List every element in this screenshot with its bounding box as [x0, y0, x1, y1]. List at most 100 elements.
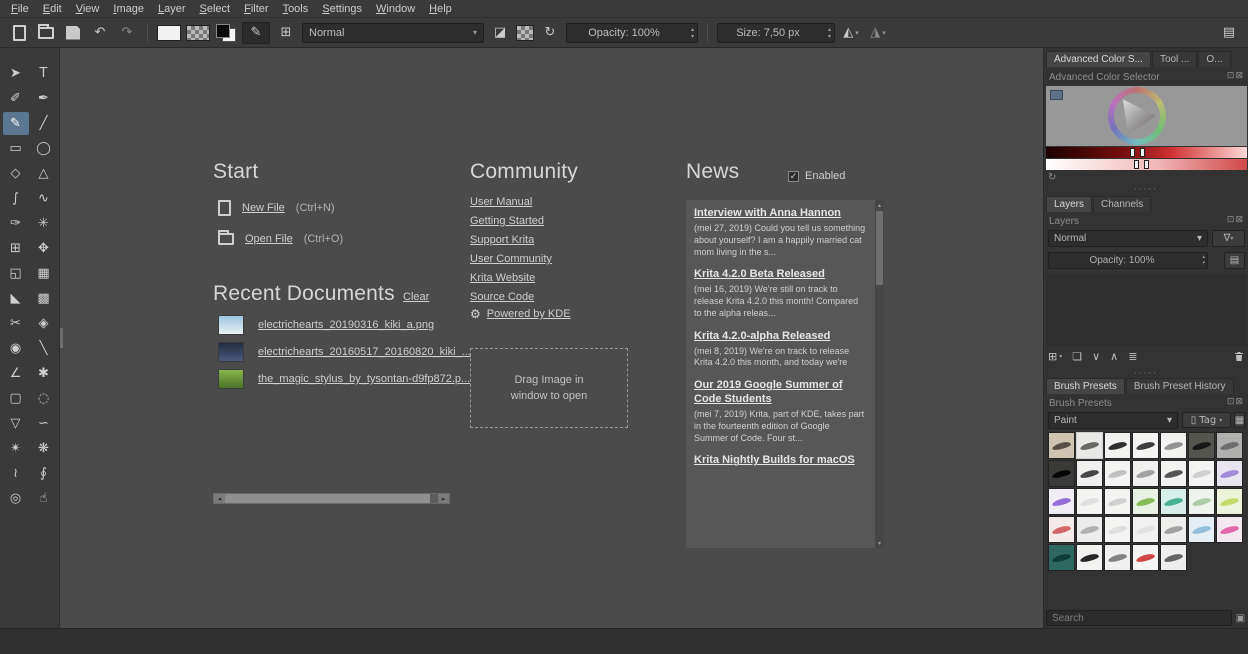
docker-tab-o[interactable]: O... [1198, 51, 1230, 67]
clear-recent-link[interactable]: Clear [403, 291, 429, 303]
opacity-slider[interactable]: Opacity: 100% ▴▾ [566, 23, 698, 43]
link-support-krita[interactable]: Support Krita [470, 231, 552, 250]
brush-preset-tile[interactable] [1048, 432, 1075, 459]
recent-document-row[interactable]: the_magic_stylus_by_tysontan-d9fp872.p..… [218, 369, 471, 389]
docker-header-icons[interactable]: ⊡⊠ [1227, 215, 1244, 225]
bezier-curve-tool[interactable]: ∫ [3, 187, 29, 210]
welcome-vertical-scrollbar[interactable] [60, 328, 63, 348]
news-item[interactable]: Krita Nightly Builds for macOS [694, 454, 866, 468]
fill-tool[interactable]: ◈ [31, 312, 57, 335]
tab-layers[interactable]: Layers [1046, 196, 1092, 212]
brush-preset-tile[interactable] [1048, 488, 1075, 515]
menu-image[interactable]: Image [106, 0, 151, 18]
display-mode-button[interactable]: ▦ [1234, 412, 1245, 428]
layer-filter-button[interactable]: ∇▾ [1212, 230, 1245, 247]
recent-document-row[interactable]: electrichearts_20160517_20160820_kiki_..… [218, 342, 471, 362]
brush-preset-tile[interactable] [1160, 516, 1187, 543]
brush-preset-tile[interactable] [1188, 432, 1215, 459]
brush-preset-tile[interactable] [1132, 544, 1159, 571]
menu-layer[interactable]: Layer [151, 0, 193, 18]
brush-preset-tile[interactable] [1048, 460, 1075, 487]
freehand-path-tool[interactable]: ∿ [31, 187, 57, 210]
brush-preset-tile[interactable] [1048, 516, 1075, 543]
scroll-down-icon[interactable]: ▾ [875, 538, 884, 548]
powered-by-kde-link[interactable]: Powered by KDE [487, 308, 571, 320]
import-resource-button[interactable]: ▣ [1234, 611, 1247, 625]
new-file-link[interactable]: New File [242, 202, 285, 214]
saturation-value-triangle[interactable] [1118, 96, 1158, 136]
welcome-horizontal-scrollbar[interactable]: ◂ ▸ [213, 493, 450, 504]
pattern-chooser[interactable] [186, 25, 210, 41]
spinner-arrows[interactable]: ▴▾ [1202, 254, 1205, 266]
eraser-mode-button[interactable]: ◪ [489, 22, 511, 44]
color-sampler-tool[interactable]: ◣ [3, 287, 29, 310]
docker-tab-tool[interactable]: Tool ... [1152, 51, 1197, 67]
brush-preset-tile[interactable] [1104, 432, 1131, 459]
pan-tool[interactable]: ☝ [31, 487, 57, 510]
news-headline[interactable]: Krita 4.2.0-alpha Released [694, 330, 866, 344]
tab-channels[interactable]: Channels [1093, 196, 1151, 212]
news-scrollbar[interactable]: ▴ ▾ [875, 200, 884, 548]
layer-properties-button[interactable]: ≣ [1128, 348, 1137, 364]
scroll-up-icon[interactable]: ▴ [875, 200, 884, 210]
recent-document-row[interactable]: electrichearts_20190316_kiki_a.png [218, 315, 471, 335]
text-tool[interactable]: T [31, 62, 57, 85]
brush-preset-tile[interactable] [1216, 432, 1243, 459]
strip-handle[interactable] [1144, 160, 1149, 169]
menu-select[interactable]: Select [193, 0, 238, 18]
open-file-link[interactable]: Open File [245, 233, 293, 245]
link-getting-started[interactable]: Getting Started [470, 212, 552, 231]
layer-blending-mode-select[interactable]: Normal ▾ [1048, 230, 1208, 247]
preserve-alpha-button[interactable] [516, 25, 534, 41]
news-headline[interactable]: Krita Nightly Builds for macOS [694, 454, 866, 468]
freehand-brush-tool[interactable]: ✎ [3, 112, 29, 135]
brush-search-input[interactable] [1046, 610, 1232, 626]
new-file-row[interactable]: New File (Ctrl+N) [218, 200, 335, 216]
docker-drag-handle[interactable]: ····· [1044, 186, 1248, 194]
edit-shapes-tool[interactable]: ✐ [3, 87, 29, 110]
polygonal-selection-tool[interactable]: ▽ [3, 412, 29, 435]
menu-file[interactable]: File [4, 0, 36, 18]
docker-drag-handle[interactable]: ····· [1044, 370, 1248, 378]
ellipse-tool[interactable]: ◯ [31, 137, 57, 160]
brush-preset-tile[interactable] [1076, 516, 1103, 543]
news-item[interactable]: Our 2019 Google Summer of Code Students(… [694, 379, 866, 444]
link-krita-website[interactable]: Krita Website [470, 269, 552, 288]
layer-opacity-slider[interactable]: Opacity: 100% ▴▾ [1048, 252, 1208, 269]
zoom-tool[interactable]: ◎ [3, 487, 29, 510]
move-layer-down-button[interactable]: ∨ [1092, 348, 1100, 364]
transform-tool[interactable]: ⊞ [3, 237, 29, 260]
brush-preset-tile[interactable] [1160, 432, 1187, 459]
foreground-background-colors[interactable] [215, 23, 237, 43]
gradient-chooser[interactable] [157, 25, 181, 41]
polyline-tool[interactable]: △ [31, 162, 57, 185]
strip-handle[interactable] [1140, 148, 1145, 157]
link-user-manual[interactable]: User Manual [470, 193, 552, 212]
brush-preset-tile[interactable] [1076, 544, 1103, 571]
strip-handle[interactable] [1130, 148, 1135, 157]
advanced-color-selector[interactable] [1046, 86, 1247, 146]
tab-brush-preset-history[interactable]: Brush Preset History [1126, 378, 1234, 394]
smart-patch-tool[interactable]: ✂ [3, 312, 29, 335]
scrollbar-thumb[interactable] [225, 494, 430, 503]
bezier-selection-tool[interactable]: ≀ [3, 462, 29, 485]
move-layer-up-button[interactable]: ∧ [1110, 348, 1118, 364]
spinner-arrows[interactable]: ▴▾ [691, 26, 694, 40]
brush-preset-tile[interactable] [1132, 488, 1159, 515]
mirror-horizontal-button[interactable]: ◭▾ [840, 22, 862, 44]
tag-dropdown[interactable]: ▯ Tag ▾ [1182, 412, 1231, 428]
shade-strip[interactable] [1046, 159, 1247, 170]
news-item[interactable]: Krita 4.2.0-alpha Released(mei 8, 2019) … [694, 330, 866, 370]
magnetic-selection-tool[interactable]: ∮ [31, 462, 57, 485]
rectangular-selection-tool[interactable]: ▢ [3, 387, 29, 410]
chevron-down-icon[interactable]: ▾ [855, 29, 859, 37]
chevron-down-icon[interactable]: ▾ [882, 29, 886, 37]
news-headline[interactable]: Our 2019 Google Summer of Code Students [694, 379, 866, 407]
hue-history-strip[interactable] [1046, 147, 1247, 158]
line-tool[interactable]: ╱ [31, 112, 57, 135]
brush-preset-tile[interactable] [1188, 488, 1215, 515]
crop-tool[interactable]: ◱ [3, 262, 29, 285]
reload-preset-button[interactable]: ↻ [539, 22, 561, 44]
refresh-colors-icon[interactable]: ↻ [1048, 172, 1056, 183]
brush-preset-tile[interactable] [1216, 488, 1243, 515]
